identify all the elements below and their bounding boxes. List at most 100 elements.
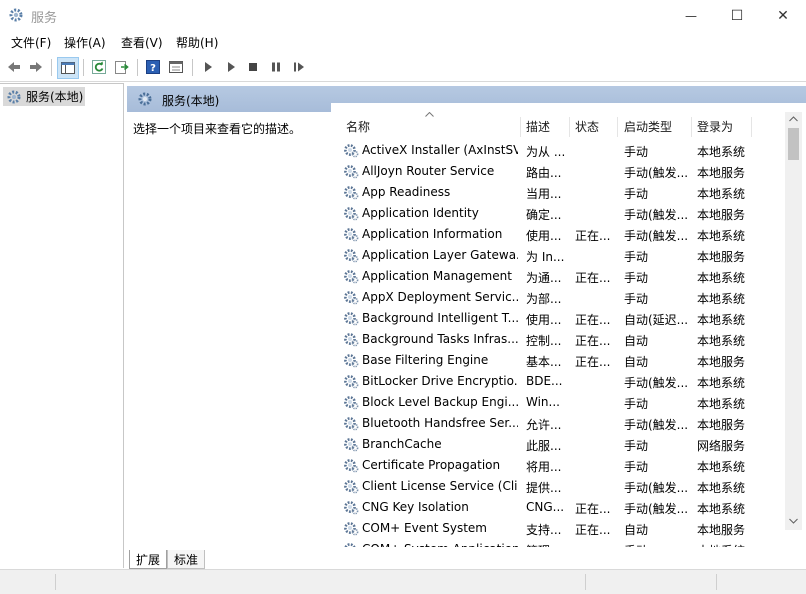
window-title: 服务: [31, 11, 58, 26]
export-list-icon[interactable]: [112, 57, 132, 77]
service-logon-cell: 本地系统: [697, 145, 746, 159]
service-startup-cell: 手动: [624, 250, 649, 264]
column-header-status[interactable]: 状态: [575, 118, 599, 135]
scroll-up-icon[interactable]: [789, 116, 798, 122]
service-startup-cell: 手动: [624, 397, 649, 411]
column-divider[interactable]: [569, 117, 570, 137]
column-header-logon-as[interactable]: 登录为: [697, 118, 733, 135]
service-startup-cell: 手动(触发...: [624, 481, 689, 495]
description-prompt: 选择一个项目来查看它的描述。: [133, 122, 302, 136]
column-header-description[interactable]: 描述: [526, 118, 550, 135]
column-divider[interactable]: [751, 117, 752, 137]
service-name-cell: App Readiness: [362, 185, 451, 199]
table-row[interactable]: Base Filtering Engine 基本... 正在... 自动 本地服务: [331, 350, 788, 371]
table-row[interactable]: BitLocker Drive Encryptio... BDE... 手动(触发.…: [331, 371, 788, 392]
vertical-scrollbar[interactable]: [785, 112, 802, 530]
maximize-button[interactable]: ☐: [714, 0, 760, 31]
resume-service-icon[interactable]: [289, 57, 309, 77]
service-logon-cell: 本地系统: [697, 229, 746, 243]
sort-ascending-icon: [425, 112, 434, 117]
service-logon-cell: 本地系统: [697, 271, 746, 285]
service-name-cell: Background Tasks Infras...: [362, 332, 518, 346]
service-name-cell: Certificate Propagation: [362, 458, 501, 472]
service-desc-cell: 为 In...: [526, 250, 565, 264]
menu-help[interactable]: 帮助(H): [176, 34, 218, 51]
column-divider[interactable]: [520, 117, 521, 137]
stop-service-icon[interactable]: [243, 57, 263, 77]
column-divider[interactable]: [691, 117, 692, 137]
service-startup-cell: 手动: [624, 145, 649, 159]
service-logon-cell: 本地服务: [697, 208, 746, 222]
tab-standard[interactable]: 标准: [167, 550, 206, 569]
tab-standard-label: 标准: [174, 552, 199, 567]
details-header-title: 服务(本地): [162, 94, 220, 108]
close-icon: ✕: [777, 7, 789, 24]
toolbar-separator: [51, 59, 52, 76]
table-row[interactable]: AllJoyn Router Service 路由... 手动(触发... 本地服务: [331, 161, 788, 182]
service-desc-cell: 为通...: [526, 271, 562, 285]
table-row[interactable]: Background Intelligent T... 使用... 正在... 自动(…: [331, 308, 788, 329]
service-gear-icon: [344, 312, 359, 326]
menu-view[interactable]: 查看(V): [121, 34, 163, 51]
forward-arrow-icon[interactable]: [26, 57, 46, 77]
service-logon-cell: 网络服务: [697, 439, 746, 453]
scrollbar-thumb[interactable]: [788, 128, 799, 160]
table-row[interactable]: Client License Service (Cli... 提供... 手动(触发…: [331, 476, 788, 497]
table-row[interactable]: Block Level Backup Engi... Win... 手动 本地系统: [331, 392, 788, 413]
service-gear-icon: [344, 270, 359, 284]
service-logon-cell: 本地系统: [697, 397, 746, 411]
table-row[interactable]: Bluetooth Handsfree Ser... 允许... 手动(触发... 本…: [331, 413, 788, 434]
console-tree-icon[interactable]: [57, 57, 79, 79]
table-row[interactable]: Application Management 为通... 正在... 手动 本地系统: [331, 266, 788, 287]
service-gear-icon: [344, 228, 359, 242]
service-status-cell: 正在...: [575, 271, 611, 285]
table-row[interactable]: BranchCache 此服... 手动 网络服务: [331, 434, 788, 455]
service-desc-cell: 当用...: [526, 187, 562, 201]
table-row[interactable]: Certificate Propagation 将用... 手动 本地系统: [331, 455, 788, 476]
properties-icon[interactable]: [166, 57, 186, 77]
service-name-cell: COM+ Event System: [362, 521, 487, 535]
table-row[interactable]: Application Identity 确定... 手动(触发... 本地服务: [331, 203, 788, 224]
service-desc-cell: 此服...: [526, 439, 562, 453]
tree-node-services-local[interactable]: 服务(本地): [3, 87, 85, 106]
column-header-name[interactable]: 名称: [346, 118, 370, 135]
table-row[interactable]: CNG Key Isolation CNG... 正在... 手动(触发... 本地系统: [331, 497, 788, 518]
close-button[interactable]: ✕: [760, 0, 806, 31]
table-row[interactable]: Application Layer Gatewa... 为 In... 手动 本地服务: [331, 245, 788, 266]
maximize-icon: ☐: [730, 7, 744, 24]
refresh-icon[interactable]: [89, 57, 109, 77]
table-row[interactable]: ActiveX Installer (AxInstSV) 为从 ... 手动 本地系统: [331, 140, 788, 161]
table-row[interactable]: Application Information 使用... 正在... 手动(触发..…: [331, 224, 788, 245]
service-status-cell: 正在...: [575, 313, 611, 327]
menu-action[interactable]: 操作(A): [64, 34, 106, 51]
table-row[interactable]: COM+ Event System 支持... 正在... 自动 本地服务: [331, 518, 788, 539]
service-startup-cell: 手动(触发...: [624, 208, 689, 222]
service-status-cell: 正在...: [575, 229, 611, 243]
service-desc-cell: 控制...: [526, 334, 562, 348]
service-desc-cell: 提供...: [526, 481, 562, 495]
menu-file[interactable]: 文件(F): [11, 34, 51, 51]
scroll-down-icon[interactable]: [789, 518, 798, 524]
table-row[interactable]: Background Tasks Infras... 控制... 正在... 自动 本地…: [331, 329, 788, 350]
title-bar: 服务 — ☐ ✕: [0, 0, 806, 31]
column-header-startup-type[interactable]: 启动类型: [624, 118, 672, 135]
table-row[interactable]: AppX Deployment Servic... 为部... 手动 本地系统: [331, 287, 788, 308]
help-icon[interactable]: ?: [143, 57, 163, 77]
service-startup-cell: 自动: [624, 355, 649, 369]
table-row[interactable]: App Readiness 当用... 手动 本地系统: [331, 182, 788, 203]
table-row[interactable]: COM+ System Application管理...手动本地系统: [331, 539, 788, 547]
minimize-button[interactable]: —: [668, 0, 714, 31]
service-gear-icon: [344, 249, 359, 263]
column-divider[interactable]: [617, 117, 618, 137]
pause-service-icon[interactable]: [266, 57, 286, 77]
tab-extended[interactable]: 扩展: [129, 550, 168, 569]
back-arrow-icon[interactable]: [4, 57, 24, 77]
service-status-cell: 正在...: [575, 355, 611, 369]
service-gear-icon: [344, 165, 359, 179]
service-logon-cell: 本地服务: [697, 166, 746, 180]
start-service-icon[interactable]: [198, 57, 218, 77]
service-gear-icon: [344, 186, 359, 200]
service-logon-cell: 本地服务: [697, 250, 746, 264]
start-service-alt-icon[interactable]: [221, 57, 241, 77]
status-separator: [55, 574, 56, 590]
